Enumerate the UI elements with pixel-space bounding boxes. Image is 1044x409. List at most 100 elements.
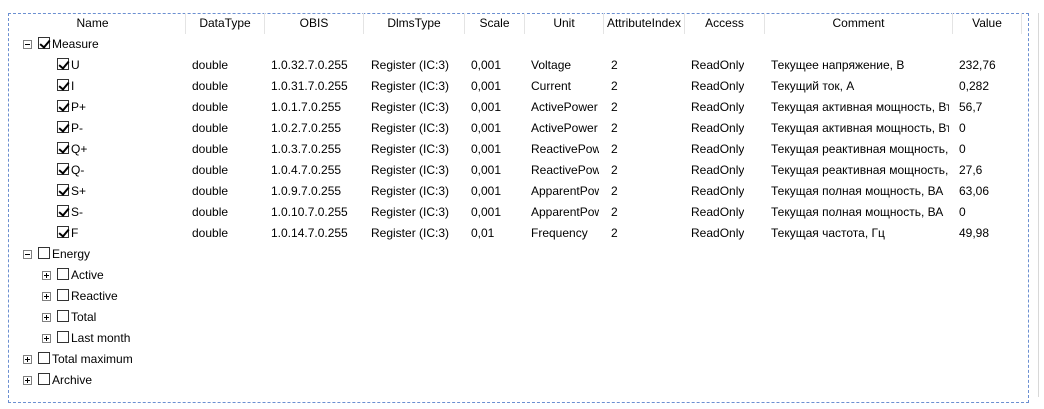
right-edge-line xyxy=(1038,13,1039,397)
node-checkbox[interactable] xyxy=(57,289,69,301)
tree-child-row[interactable]: P-double 1.0.2.7.0.255 Register (IC:3) 0,00… xyxy=(0,118,1036,139)
cell-value: 27,6 xyxy=(959,163,983,177)
node-checkbox[interactable] xyxy=(57,268,69,280)
cell-datatype: double xyxy=(192,79,229,93)
node-checkbox[interactable] xyxy=(57,331,69,343)
cell-comment: Текущая активная мощность, Вт xyxy=(771,100,949,114)
tree-node-row[interactable]: Total maximum xyxy=(0,349,1036,370)
expand-toggle[interactable] xyxy=(42,334,51,343)
column-header-unit[interactable]: Unit xyxy=(525,13,604,34)
cell-scale: 0,001 xyxy=(471,121,502,135)
column-header-name[interactable]: Name xyxy=(0,13,186,34)
cell-scale: 0,001 xyxy=(471,205,502,219)
cell-unit: Voltage xyxy=(531,58,572,72)
node-checkbox[interactable] xyxy=(57,205,69,217)
cell-unit: ApparentPower xyxy=(531,205,599,219)
cell-unit: Current xyxy=(531,79,572,93)
node-checkbox[interactable] xyxy=(57,310,69,322)
cell-datatype: double xyxy=(192,142,229,156)
expand-toggle[interactable] xyxy=(42,292,51,301)
cell-datatype: double xyxy=(192,184,229,198)
column-header-attributeindex[interactable]: AttributeIndex xyxy=(604,13,685,34)
cell-access: ReadOnly xyxy=(691,184,745,198)
cell-datatype: double xyxy=(192,205,229,219)
node-checkbox[interactable] xyxy=(57,100,69,112)
column-header-comment[interactable]: Comment xyxy=(765,13,953,34)
node-label: S- xyxy=(71,205,83,219)
cell-scale: 0,001 xyxy=(471,163,502,177)
node-checkbox[interactable] xyxy=(57,79,69,91)
node-checkbox[interactable] xyxy=(57,163,69,175)
expand-toggle[interactable] xyxy=(23,376,32,385)
node-label: Q- xyxy=(71,163,85,177)
column-header-value[interactable]: Value xyxy=(953,13,1022,34)
collapse-toggle[interactable] xyxy=(23,250,32,259)
cell-comment: Текущий ток, А xyxy=(771,79,855,93)
tree-child-row[interactable]: Active xyxy=(0,265,1036,286)
tree-child-row[interactable]: Q-double 1.0.4.7.0.255 Register (IC:3) 0,00… xyxy=(0,160,1036,181)
column-header-datatype[interactable]: DataType xyxy=(186,13,265,34)
node-checkbox[interactable] xyxy=(57,142,69,154)
cell-scale: 0,001 xyxy=(471,58,502,72)
cell-dlmstype: Register (IC:3) xyxy=(371,205,450,219)
cell-scale: 0,001 xyxy=(471,142,502,156)
expand-toggle[interactable] xyxy=(42,271,51,280)
tree-child-row[interactable]: Last month xyxy=(0,328,1036,349)
tree-node-row[interactable]: Energy xyxy=(0,244,1036,265)
cell-attributeindex: 2 xyxy=(611,79,618,93)
node-checkbox[interactable] xyxy=(57,226,69,238)
node-checkbox[interactable] xyxy=(38,373,50,385)
column-header-obis[interactable]: OBIS xyxy=(265,13,364,34)
cell-obis: 1.0.10.7.0.255 xyxy=(271,205,348,219)
cell-obis: 1.0.1.7.0.255 xyxy=(271,100,342,114)
cell-scale: 0,001 xyxy=(471,184,502,198)
cell-attributeindex: 2 xyxy=(611,226,618,240)
tree-node-row[interactable]: Measure xyxy=(0,34,1036,55)
cell-attributeindex: 2 xyxy=(611,121,618,135)
cell-datatype: double xyxy=(192,163,229,177)
node-label: Q+ xyxy=(71,142,88,156)
cell-comment: Текущая активная мощность, Вт xyxy=(771,121,949,135)
node-label: P+ xyxy=(71,100,87,114)
tree-child-row[interactable]: Total xyxy=(0,307,1036,328)
node-checkbox[interactable] xyxy=(57,58,69,70)
cell-access: ReadOnly xyxy=(691,79,745,93)
tree-child-row[interactable]: S+ double 1.0.9.7.0.255 Register (IC:3) 0,00… xyxy=(0,181,1036,202)
expand-toggle[interactable] xyxy=(23,355,32,364)
node-checkbox[interactable] xyxy=(38,37,50,49)
tree-child-row[interactable]: Reactive xyxy=(0,286,1036,307)
tree-node-row[interactable]: Archive xyxy=(0,370,1036,391)
node-label: S+ xyxy=(71,184,87,198)
column-header-access[interactable]: Access xyxy=(685,13,765,34)
cell-scale: 0,01 xyxy=(471,226,495,240)
cell-obis: 1.0.2.7.0.255 xyxy=(271,121,342,135)
cell-value: 232,76 xyxy=(959,58,996,72)
node-checkbox[interactable] xyxy=(57,121,69,133)
node-label: I xyxy=(71,79,75,93)
node-label: Reactive xyxy=(71,289,118,303)
node-label: Active xyxy=(71,268,104,282)
node-checkbox[interactable] xyxy=(38,352,50,364)
cell-dlmstype: Register (IC:3) xyxy=(371,163,450,177)
cell-scale: 0,001 xyxy=(471,79,502,93)
node-checkbox[interactable] xyxy=(57,184,69,196)
column-header-scale[interactable]: Scale xyxy=(465,13,525,34)
expand-toggle[interactable] xyxy=(42,313,51,322)
tree-child-row[interactable]: Q+ double 1.0.3.7.0.255 Register (IC:3) 0,00… xyxy=(0,139,1036,160)
cell-attributeindex: 2 xyxy=(611,58,618,72)
tree-child-row[interactable]: Fdouble 1.0.14.7.0.255 Register (IC:3) 0,01… xyxy=(0,223,1036,244)
cell-datatype: double xyxy=(192,58,229,72)
cell-unit: ActivePower xyxy=(531,100,598,114)
cell-unit: ReactivePower xyxy=(531,163,599,177)
tree-child-row[interactable]: S-double 1.0.10.7.0.255 Register (IC:3) 0,0… xyxy=(0,202,1036,223)
collapse-toggle[interactable] xyxy=(23,40,32,49)
column-header-dlmstype[interactable]: DlmsType xyxy=(364,13,465,34)
tree-child-row[interactable]: Udouble 1.0.32.7.0.255 Register (IC:3) 0,00… xyxy=(0,55,1036,76)
cell-access: ReadOnly xyxy=(691,163,745,177)
node-label: P- xyxy=(71,121,83,135)
node-checkbox[interactable] xyxy=(38,247,50,259)
cell-dlmstype: Register (IC:3) xyxy=(371,226,450,240)
tree-child-row[interactable]: Idouble 1.0.31.7.0.255 Register (IC:3) 0,00… xyxy=(0,76,1036,97)
tree-child-row[interactable]: P+ double 1.0.1.7.0.255 Register (IC:3) 0,00… xyxy=(0,97,1036,118)
cell-attributeindex: 2 xyxy=(611,205,618,219)
